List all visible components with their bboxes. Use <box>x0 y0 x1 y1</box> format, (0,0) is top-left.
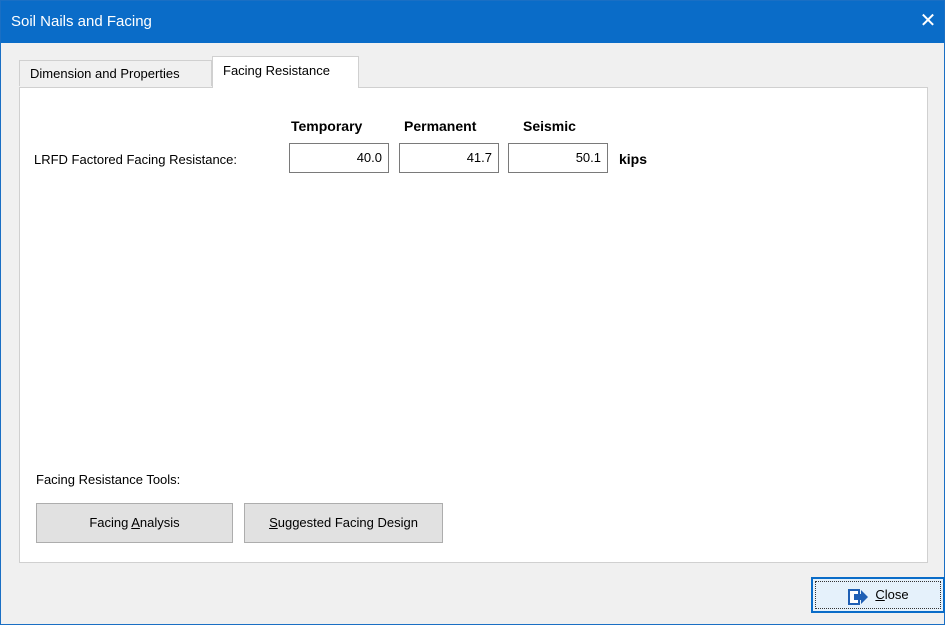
tab-facing-resistance[interactable]: Facing Resistance <box>212 56 359 88</box>
close-button[interactable]: Close <box>811 577 945 613</box>
tab-dimension-and-properties[interactable]: Dimension and Properties <box>19 60 212 86</box>
dialog-window: Soil Nails and Facing ✕ Dimension and Pr… <box>0 0 945 625</box>
facing-analysis-mnemonic: A <box>131 515 140 530</box>
close-icon[interactable]: ✕ <box>914 7 942 35</box>
title-bar[interactable]: Soil Nails and Facing ✕ <box>1 1 944 43</box>
suggested-facing-design-button[interactable]: Suggested Facing Design <box>244 503 443 543</box>
tools-label: Facing Resistance Tools: <box>36 472 181 487</box>
lrfd-resistance-label: LRFD Factored Facing Resistance: <box>34 152 238 167</box>
tab-panel-facing-resistance: Temporary Permanent Seismic LRFD Factore… <box>19 87 928 563</box>
seismic-resistance-field[interactable]: 50.1 <box>508 143 608 173</box>
facing-analysis-label-b: nalysis <box>139 515 180 530</box>
suggested-design-label: uggested Facing Design <box>277 515 418 530</box>
header-temporary: Temporary <box>291 118 363 134</box>
facing-analysis-button[interactable]: Facing Analysis <box>36 503 233 543</box>
header-permanent: Permanent <box>404 118 477 134</box>
suggested-design-mnemonic: S <box>269 515 278 530</box>
exit-icon <box>847 586 869 605</box>
temporary-resistance-field[interactable]: 40.0 <box>289 143 389 173</box>
focus-rect <box>815 581 941 609</box>
permanent-resistance-field[interactable]: 41.7 <box>399 143 499 173</box>
facing-analysis-label-a: Facing <box>89 515 132 530</box>
header-seismic: Seismic <box>523 118 576 134</box>
window-title: Soil Nails and Facing <box>11 13 152 30</box>
units-label: kips <box>619 151 648 167</box>
